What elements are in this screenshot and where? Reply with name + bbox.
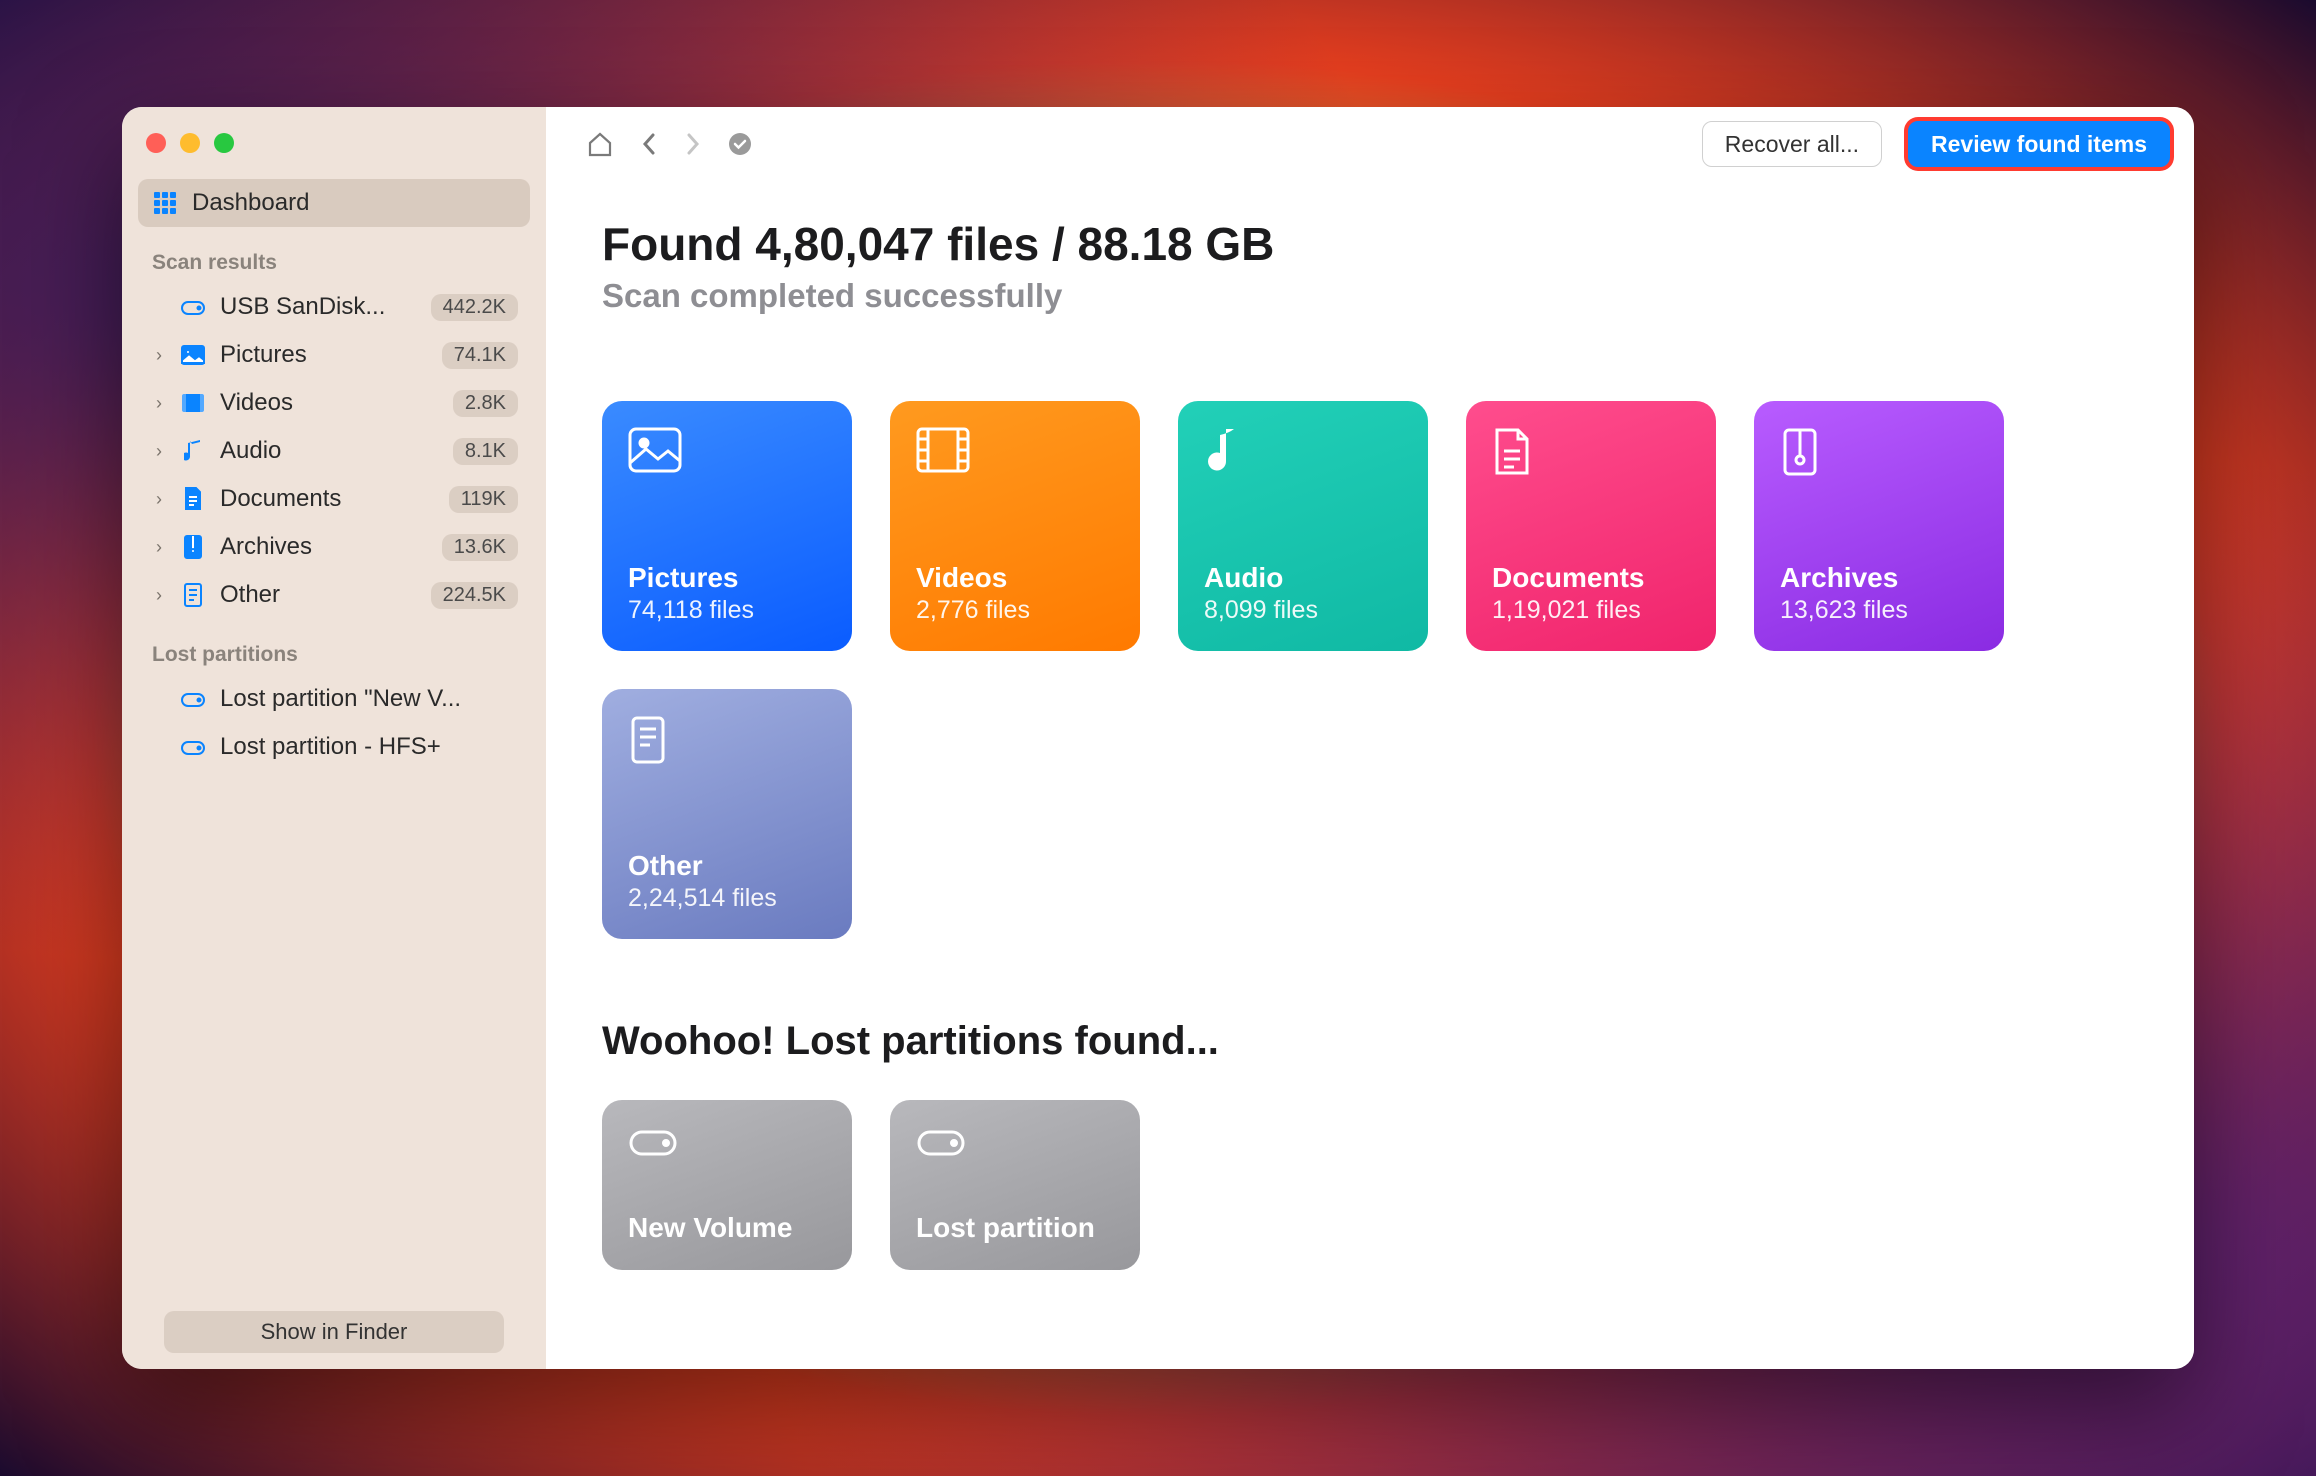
content-area: Found 4,80,047 files / 88.18 GB Scan com…: [546, 181, 2194, 1270]
sidebar-item-label: Archives: [220, 533, 428, 561]
sidebar-section-scan-results: Scan results: [138, 227, 530, 283]
card-other[interactable]: Other 2,24,514 files: [602, 689, 852, 939]
audio-icon: [1204, 427, 1402, 485]
document-icon: [180, 487, 206, 511]
card-title: Pictures: [628, 562, 826, 594]
zoom-window-button[interactable]: [214, 133, 234, 153]
document-icon: [1492, 427, 1690, 485]
sidebar-item-label: Audio: [220, 437, 439, 465]
sidebar-dashboard-label: Dashboard: [192, 189, 518, 217]
video-icon: [916, 427, 1114, 485]
card-videos[interactable]: Videos 2,776 files: [890, 401, 1140, 651]
summary-heading: Found 4,80,047 files / 88.18 GB: [602, 217, 2138, 271]
card-pictures[interactable]: Pictures 74,118 files: [602, 401, 852, 651]
show-in-finder-button[interactable]: Show in Finder: [164, 1311, 504, 1353]
sidebar-item-archives[interactable]: › Archives 13.6K: [138, 523, 530, 571]
summary-subheading: Scan completed successfully: [602, 277, 2138, 315]
home-icon[interactable]: [586, 130, 614, 158]
card-title: Videos: [916, 562, 1114, 594]
sidebar-item-lost-partition-2[interactable]: Lost partition - HFS+: [138, 723, 530, 771]
sidebar-item-count: 119K: [449, 486, 518, 513]
sidebar-item-label: Other: [220, 581, 417, 609]
sidebar-item-count: 13.6K: [442, 534, 518, 561]
dashboard-icon: [152, 191, 178, 215]
picture-icon: [180, 345, 206, 365]
sidebar-item-videos[interactable]: › Videos 2.8K: [138, 379, 530, 427]
chevron-right-icon[interactable]: ›: [152, 441, 166, 462]
partition-cards: New Volume Lost partition: [602, 1100, 2138, 1270]
sidebar-item-count: 224.5K: [431, 582, 518, 609]
archive-icon: [180, 535, 206, 559]
recover-all-button[interactable]: Recover all...: [1702, 121, 1882, 167]
card-partition-new-volume[interactable]: New Volume: [602, 1100, 852, 1270]
drive-icon: [180, 738, 206, 756]
card-subtitle: 1,19,021 files: [1492, 596, 1690, 625]
sidebar-item-label: Lost partition - HFS+: [220, 733, 518, 761]
sidebar-item-audio[interactable]: › Audio 8.1K: [138, 427, 530, 475]
card-title: Audio: [1204, 562, 1402, 594]
sidebar-item-usb-drive[interactable]: USB SanDisk... 442.2K: [138, 283, 530, 331]
app-window: Dashboard Scan results USB SanDisk... 44…: [122, 107, 2194, 1369]
sidebar-item-count: 442.2K: [431, 294, 518, 321]
back-icon[interactable]: [640, 130, 658, 158]
sidebar-item-count: 2.8K: [453, 390, 518, 417]
drive-icon: [180, 298, 206, 316]
chevron-right-icon[interactable]: ›: [152, 585, 166, 606]
sidebar-item-label: USB SanDisk...: [220, 293, 417, 321]
card-partition-lost[interactable]: Lost partition: [890, 1100, 1140, 1270]
chevron-right-icon[interactable]: ›: [152, 489, 166, 510]
sidebar-item-other[interactable]: › Other 224.5K: [138, 571, 530, 619]
other-icon: [180, 583, 206, 607]
sidebar-item-label: Pictures: [220, 341, 428, 369]
sidebar-item-pictures[interactable]: › Pictures 74.1K: [138, 331, 530, 379]
sidebar-item-documents[interactable]: › Documents 119K: [138, 475, 530, 523]
card-subtitle: 2,24,514 files: [628, 884, 826, 913]
sidebar-item-lost-partition-1[interactable]: Lost partition "New V...: [138, 675, 530, 723]
sidebar-item-label: Videos: [220, 389, 439, 417]
picture-icon: [628, 427, 826, 485]
review-found-items-button[interactable]: Review found items: [1908, 121, 2170, 167]
video-icon: [180, 393, 206, 413]
sidebar-item-dashboard[interactable]: Dashboard: [138, 179, 530, 227]
drive-icon: [180, 690, 206, 708]
chevron-right-icon[interactable]: ›: [152, 393, 166, 414]
card-subtitle: 13,623 files: [1780, 596, 1978, 625]
forward-icon: [684, 130, 702, 158]
main-panel: Recover all... Review found items Found …: [546, 107, 2194, 1369]
card-subtitle: 8,099 files: [1204, 596, 1402, 625]
card-archives[interactable]: Archives 13,623 files: [1754, 401, 2004, 651]
chevron-right-icon[interactable]: ›: [152, 537, 166, 558]
card-subtitle: 74,118 files: [628, 596, 826, 625]
sidebar-item-label: Lost partition "New V...: [220, 685, 518, 713]
window-controls: [138, 127, 530, 179]
close-window-button[interactable]: [146, 133, 166, 153]
sidebar: Dashboard Scan results USB SanDisk... 44…: [122, 107, 546, 1369]
sidebar-item-count: 8.1K: [453, 438, 518, 465]
toolbar: Recover all... Review found items: [546, 107, 2194, 181]
sidebar-item-label: Documents: [220, 485, 435, 513]
chevron-right-icon[interactable]: ›: [152, 345, 166, 366]
card-audio[interactable]: Audio 8,099 files: [1178, 401, 1428, 651]
drive-icon: [628, 1126, 826, 1184]
sidebar-item-count: 74.1K: [442, 342, 518, 369]
minimize-window-button[interactable]: [180, 133, 200, 153]
archive-icon: [1780, 427, 1978, 485]
card-title: Other: [628, 850, 826, 882]
card-subtitle: 2,776 files: [916, 596, 1114, 625]
card-documents[interactable]: Documents 1,19,021 files: [1466, 401, 1716, 651]
card-title: Documents: [1492, 562, 1690, 594]
card-title: Lost partition: [916, 1212, 1114, 1244]
drive-icon: [916, 1126, 1114, 1184]
card-title: Archives: [1780, 562, 1978, 594]
partitions-heading: Woohoo! Lost partitions found...: [602, 1019, 2138, 1064]
status-check-icon: [728, 132, 752, 156]
category-cards: Pictures 74,118 files Videos 2,776 files…: [602, 401, 2138, 939]
other-icon: [628, 715, 826, 773]
card-title: New Volume: [628, 1212, 826, 1244]
sidebar-section-lost-partitions: Lost partitions: [138, 619, 530, 675]
audio-icon: [180, 439, 206, 463]
